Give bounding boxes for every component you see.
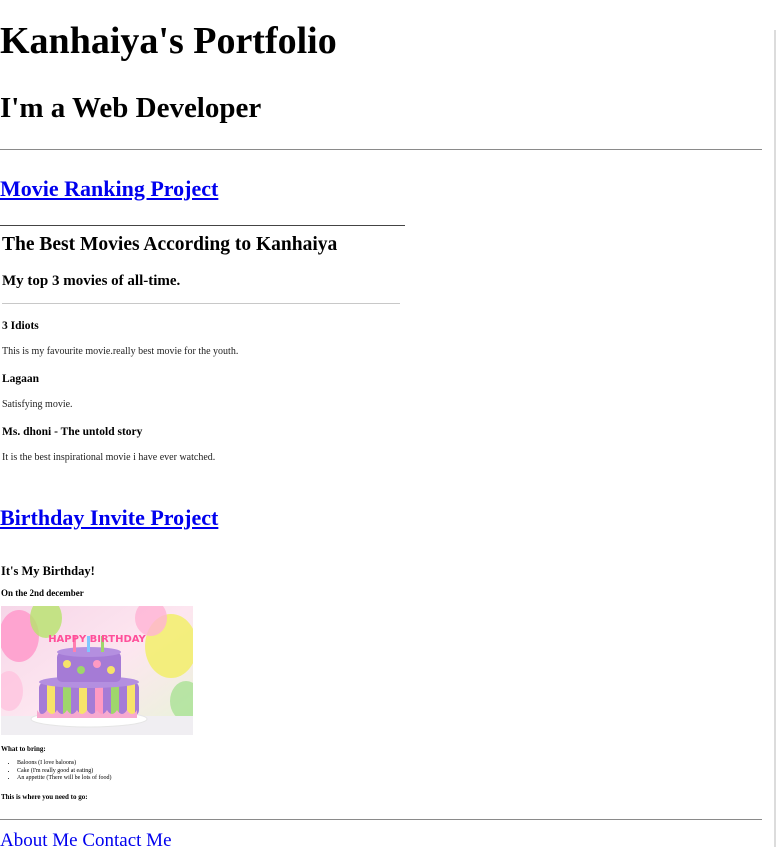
movie-name: Lagaan bbox=[2, 373, 40, 385]
birthday-title: It's My Birthday! bbox=[1, 564, 95, 578]
movie-ranking-project-link[interactable]: Movie Ranking Project bbox=[0, 176, 218, 202]
where-label: This is where you need to go: bbox=[1, 793, 88, 801]
movie-desc: This is my favourite movie.really best m… bbox=[2, 346, 239, 357]
birthday-cake-image: HAPPY BIRTHDAY bbox=[1, 606, 193, 735]
page-subtitle: I'm a Web Developer bbox=[0, 92, 262, 124]
page-title: Kanhaiya's Portfolio bbox=[0, 20, 337, 62]
movie-desc: Satisfying movie. bbox=[2, 399, 73, 410]
movie-name: Ms. dhoni - The untold story bbox=[2, 426, 143, 438]
contact-me-link[interactable]: Contact Me bbox=[82, 830, 171, 851]
cake-lettering: HAPPY BIRTHDAY bbox=[48, 634, 146, 645]
movies-subtitle: My top 3 movies of all-time. bbox=[2, 273, 181, 289]
list-item: Baloons (I love baloons) bbox=[17, 760, 111, 768]
bring-label: What to bring: bbox=[1, 745, 46, 753]
footer-links: About Me Contact Me bbox=[0, 830, 172, 852]
bring-list: Baloons (I love baloons) Cake (I'm reall… bbox=[1, 760, 111, 783]
movies-divider bbox=[2, 303, 400, 304]
birthday-invite-project-link[interactable]: Birthday Invite Project bbox=[0, 505, 218, 531]
list-item: Cake (I'm really good at eating) bbox=[17, 768, 111, 776]
movie-ranking-embed: The Best Movies According to Kanhaiya My… bbox=[0, 225, 405, 476]
movies-title: The Best Movies According to Kanhaiya bbox=[2, 234, 338, 255]
divider-top bbox=[0, 149, 762, 150]
birthday-date: On the 2nd december bbox=[1, 588, 84, 598]
movie-name: 3 Idiots bbox=[2, 320, 39, 332]
movie-desc: It is the best inspirational movie i hav… bbox=[2, 452, 216, 463]
about-me-link[interactable]: About Me bbox=[0, 830, 78, 851]
list-item: An appetite (There will be lots of food) bbox=[17, 775, 111, 783]
divider-bottom bbox=[0, 819, 762, 820]
